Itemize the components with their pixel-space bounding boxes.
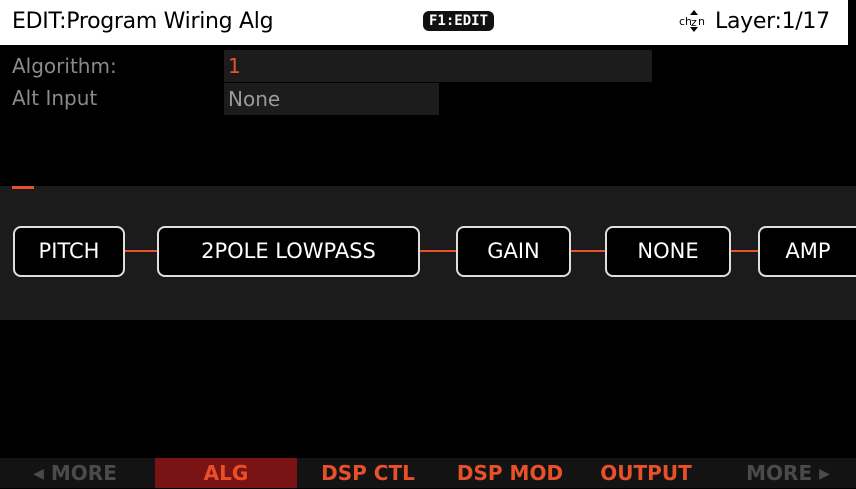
page-title: EDIT:Program Wiring Alg xyxy=(12,9,274,34)
f1-edit-badge[interactable]: F1:EDIT xyxy=(423,11,495,31)
tab-dsp-ctl[interactable]: DSP CTL xyxy=(297,458,439,488)
block-amp[interactable]: AMP xyxy=(758,226,856,277)
algorithm-label: Algorithm: xyxy=(12,54,117,78)
tab-alg[interactable]: ALG xyxy=(155,458,297,488)
block-filter[interactable]: 2POLE LOWPASS xyxy=(157,226,420,277)
block-pitch[interactable]: PITCH xyxy=(13,226,125,277)
triangle-right-icon: ▶ xyxy=(819,466,830,482)
algorithm-field[interactable]: 1 xyxy=(224,50,652,82)
wire-connector xyxy=(418,250,458,252)
more-right-button[interactable]: MORE ▶ xyxy=(720,458,856,488)
tab-output[interactable]: OUTPUT xyxy=(575,458,717,488)
block-none[interactable]: NONE xyxy=(605,226,731,277)
more-left-label: MORE xyxy=(50,461,117,485)
more-right-label: MORE xyxy=(746,461,813,485)
alt-input-label: Alt Input xyxy=(12,86,98,110)
layer-indicator: Layer:1/17 xyxy=(715,9,830,34)
svg-text:n: n xyxy=(698,15,705,28)
tab-dsp-mod[interactable]: DSP MOD xyxy=(439,458,581,488)
soft-button-bar: ◀ MORE ALG DSP CTL DSP MOD OUTPUT MORE ▶ xyxy=(0,458,856,488)
cursor-marker xyxy=(12,186,34,189)
wire-connector xyxy=(569,250,607,252)
wire-connector xyxy=(123,250,159,252)
title-bar: EDIT:Program Wiring Alg F1:EDIT ch z n L… xyxy=(0,0,856,45)
wire-connector xyxy=(729,250,760,252)
alt-input-field[interactable]: None xyxy=(224,83,439,115)
title-bar-endcap xyxy=(848,0,856,45)
triangle-left-icon: ◀ xyxy=(33,466,44,482)
block-gain[interactable]: GAIN xyxy=(456,226,571,277)
chain-updown-icon: ch z n xyxy=(679,9,709,33)
more-left-button[interactable]: ◀ MORE xyxy=(0,458,150,488)
